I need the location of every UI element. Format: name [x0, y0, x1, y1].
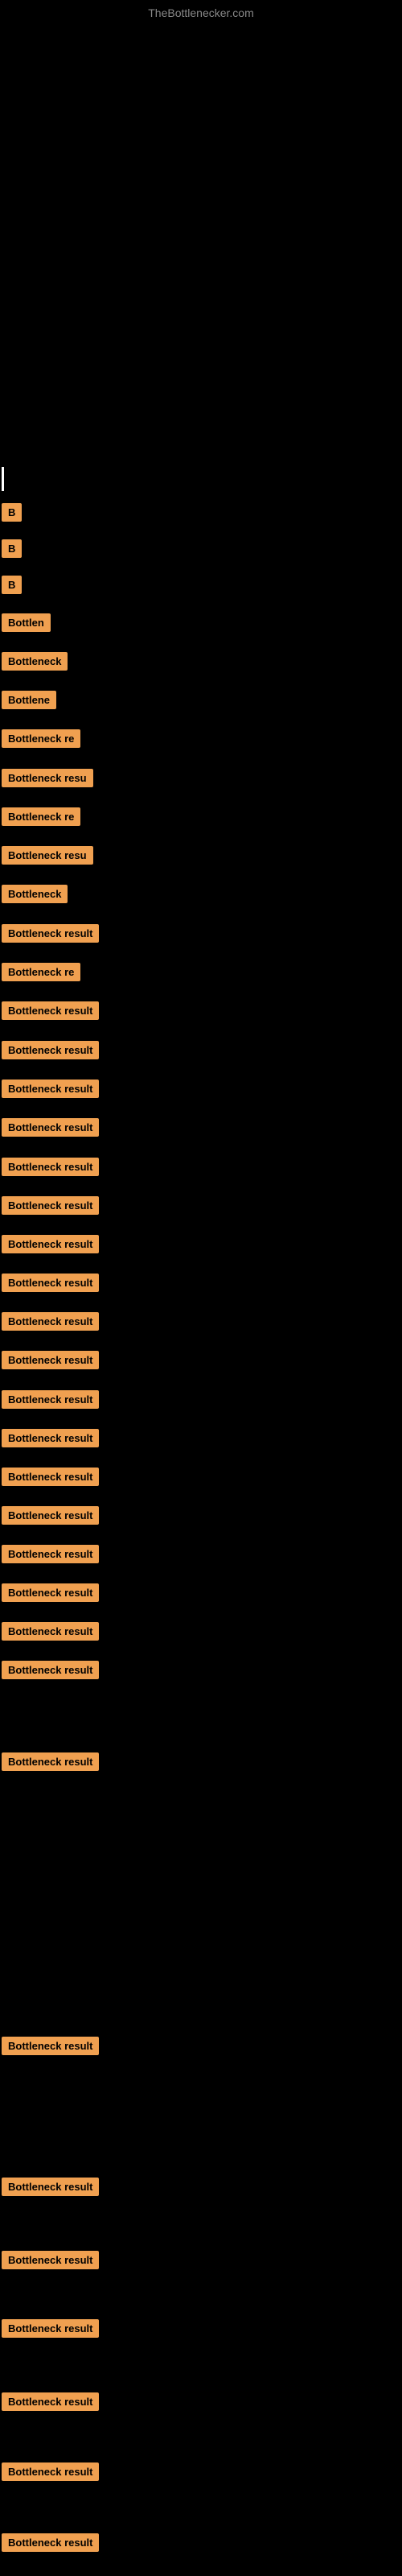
bottleneck-result-label: Bottleneck result	[2, 1158, 99, 1176]
site-title: TheBottlenecker.com	[148, 6, 254, 19]
bottleneck-result-label: Bottleneck result	[2, 1274, 99, 1292]
bottleneck-result-label: B	[2, 539, 22, 558]
bottleneck-result-label: Bottleneck result	[2, 1545, 99, 1563]
bottleneck-result-label: Bottleneck result	[2, 1622, 99, 1641]
bottleneck-result-label: Bottleneck result	[2, 1429, 99, 1447]
bottleneck-result-label: Bottleneck re	[2, 963, 80, 981]
bottleneck-result-label: Bottleneck result	[2, 1196, 99, 1215]
bottleneck-result-label: Bottleneck resu	[2, 769, 93, 787]
bottleneck-result-label: Bottleneck result	[2, 1752, 99, 1771]
bottleneck-result-label: B	[2, 576, 22, 594]
bottleneck-result-label: Bottleneck result	[2, 2178, 99, 2196]
bottleneck-result-label: Bottleneck result	[2, 1080, 99, 1098]
bottleneck-result-label: Bottleneck result	[2, 1001, 99, 1020]
bottleneck-result-label: Bottleneck result	[2, 1235, 99, 1253]
text-cursor	[2, 467, 4, 491]
bottleneck-result-label: Bottleneck result	[2, 1351, 99, 1369]
bottleneck-result-label: Bottleneck result	[2, 2462, 99, 2481]
bottleneck-result-label: Bottleneck result	[2, 924, 99, 943]
bottleneck-result-label: Bottleneck resu	[2, 846, 93, 865]
bottleneck-result-label: Bottleneck result	[2, 2251, 99, 2269]
bottleneck-result-label: Bottleneck result	[2, 2392, 99, 2411]
bottleneck-result-label: Bottleneck result	[2, 1583, 99, 1602]
bottleneck-result-label: Bottleneck	[2, 885, 68, 903]
bottleneck-result-label: Bottleneck result	[2, 2037, 99, 2055]
bottleneck-result-label: Bottleneck re	[2, 729, 80, 748]
bottleneck-result-label: Bottleneck result	[2, 1468, 99, 1486]
bottleneck-result-label: Bottleneck result	[2, 1506, 99, 1525]
bottleneck-result-label: Bottleneck	[2, 652, 68, 671]
bottleneck-result-label: Bottleneck result	[2, 1390, 99, 1409]
bottleneck-result-label: B	[2, 503, 22, 522]
bottleneck-result-label: Bottlene	[2, 691, 56, 709]
bottleneck-result-label: Bottleneck result	[2, 1118, 99, 1137]
bottleneck-result-label: Bottleneck result	[2, 1312, 99, 1331]
bottleneck-result-label: Bottleneck result	[2, 1661, 99, 1679]
bottleneck-result-label: Bottleneck re	[2, 807, 80, 826]
bottleneck-result-label: Bottleneck result	[2, 2319, 99, 2338]
bottleneck-result-label: Bottlen	[2, 613, 51, 632]
bottleneck-result-label: Bottleneck result	[2, 2533, 99, 2552]
bottleneck-result-label: Bottleneck result	[2, 1041, 99, 1059]
